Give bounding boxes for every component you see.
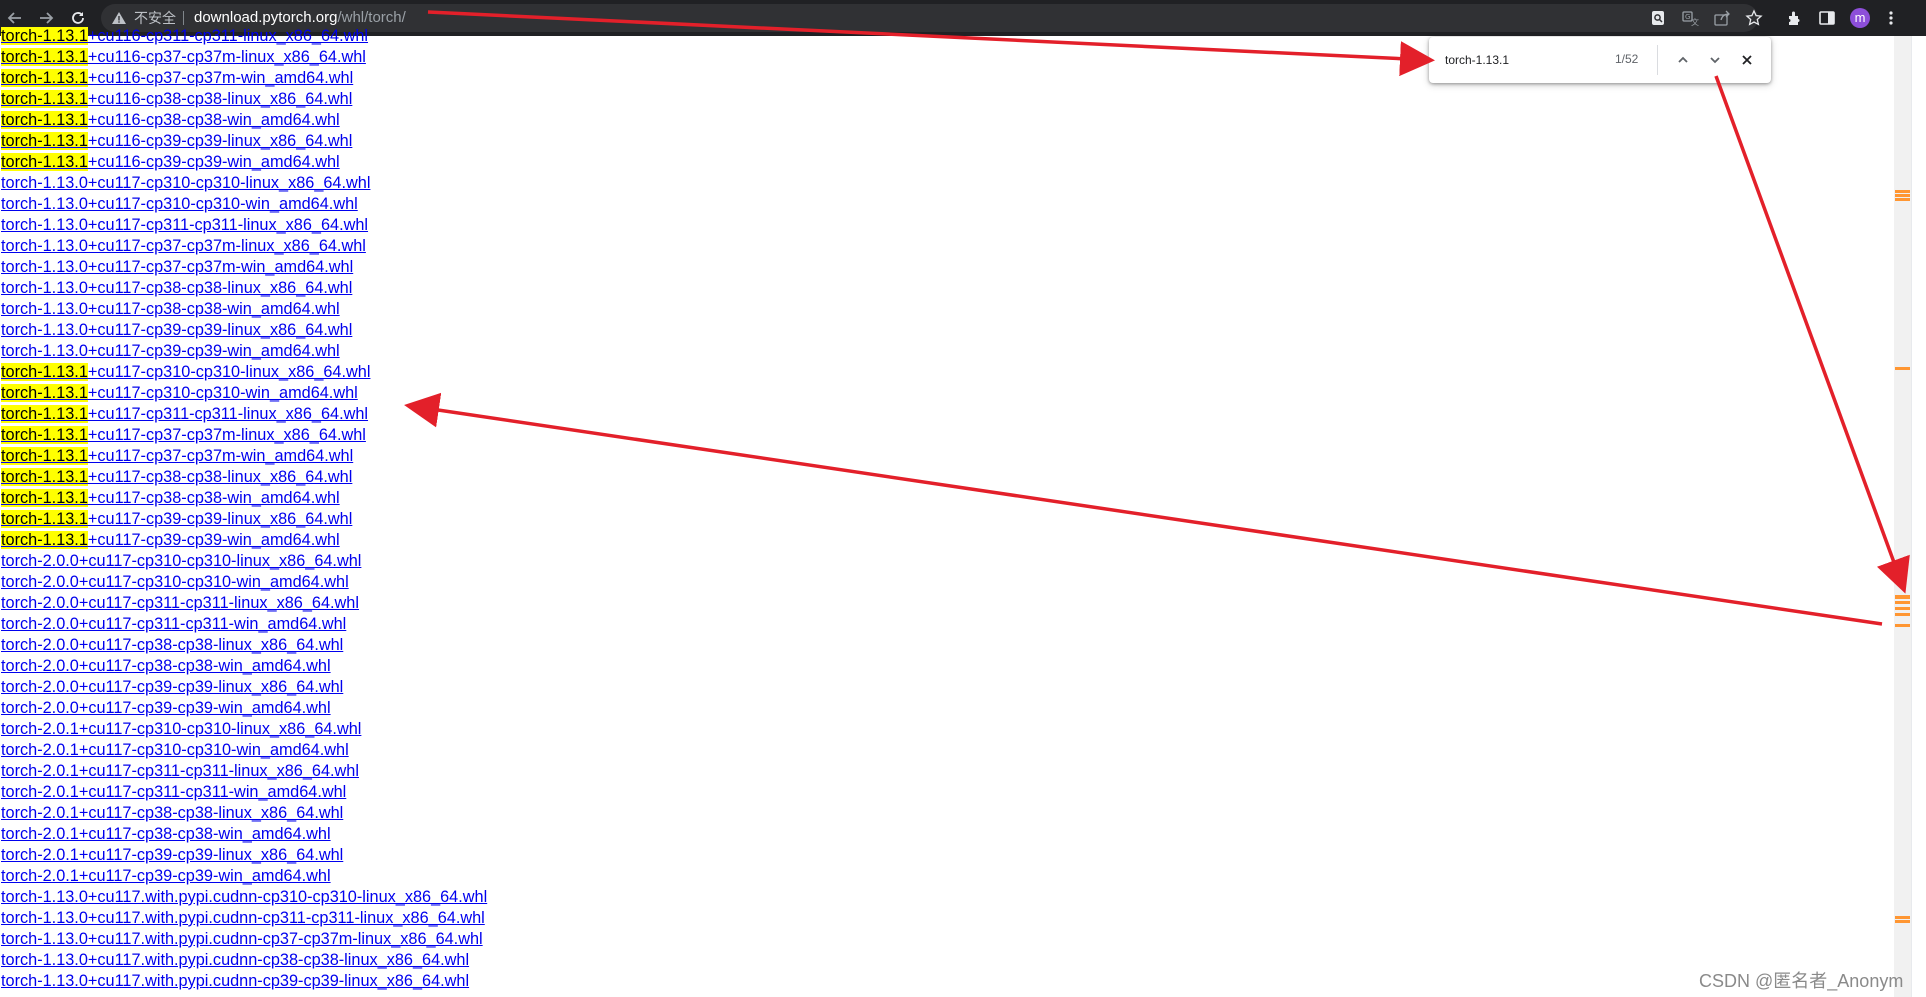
arrow-to-list-row (404, 392, 1883, 626)
arrow-to-findbar (427, 10, 1435, 77)
arrow-to-scrollbar (1714, 75, 1910, 594)
watermark: CSDN @匿名者_Anonym (1699, 971, 1904, 991)
annotation-arrows (404, 10, 1910, 626)
